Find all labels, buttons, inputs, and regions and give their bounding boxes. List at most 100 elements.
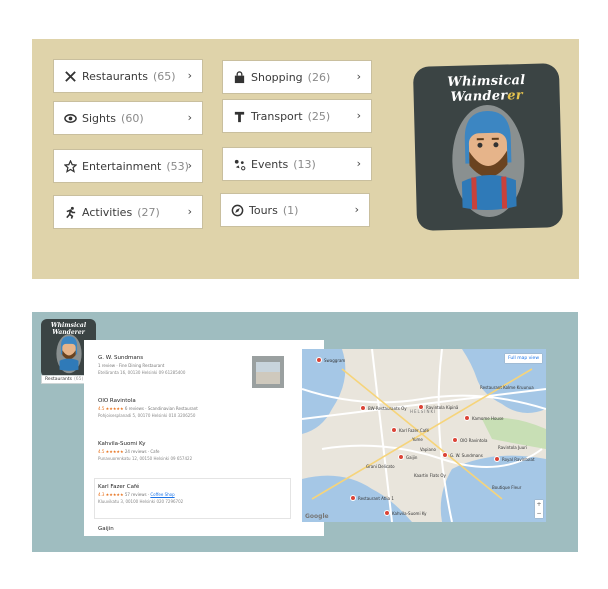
map-place-label[interactable]: Vapiano [420, 447, 436, 452]
chevron-right-icon: › [187, 69, 192, 82]
result-item[interactable]: Kahvila-Suomi Ky 4.5 ★★★★★ 24 reviews · … [98, 441, 298, 461]
category-shopping-button[interactable]: Shopping (26) › [222, 60, 372, 94]
map-pin-icon[interactable] [442, 452, 448, 458]
hiker-avatar-icon [452, 105, 525, 217]
zoom-in-button[interactable]: + [535, 500, 543, 509]
star-icon [64, 159, 77, 173]
map-place-label[interactable]: Swaggram [324, 358, 345, 363]
category-label: Tours [249, 203, 278, 217]
category-label: Transport [251, 109, 303, 123]
category-tours-button[interactable]: Tours (1) › [220, 193, 370, 227]
category-count: (1) [282, 203, 299, 217]
category-panel: Restaurants (65) › Sights (60) › Enterta… [32, 39, 579, 279]
category-count: (26) [307, 70, 331, 84]
map-place-label[interactable]: OlO Ravintola [460, 438, 487, 443]
map-pin-icon[interactable] [384, 510, 390, 516]
map-place-label[interactable]: Gaijin [406, 455, 417, 460]
map-place-label[interactable]: Kaartin Flats Oy [414, 473, 446, 478]
mini-hiker-avatar-icon [56, 334, 82, 374]
result-meta: 4.5 ★★★★★ 6 reviews · Scandinavian Resta… [98, 406, 198, 411]
chevron-right-icon: › [187, 111, 192, 124]
map-place-label[interactable]: Karl Fazer Café [399, 428, 429, 433]
confetti-icon [233, 158, 246, 171]
zoom-out-button[interactable]: − [535, 509, 543, 518]
category-sights-button[interactable]: Sights (60) › [53, 101, 203, 135]
map-place-label[interactable]: BW-Restaurants Oy [368, 406, 407, 411]
category-count: (25) [307, 109, 331, 123]
compass-icon [231, 204, 244, 217]
map-pin-icon[interactable] [464, 415, 470, 421]
map-place-label[interactable]: Kahvila-Suomi Ky [392, 511, 427, 516]
map-place-label[interactable]: Royal Ravintolat [502, 457, 535, 462]
chevron-right-icon: › [356, 70, 361, 83]
map-city-label: HELSINKI [410, 409, 437, 414]
result-name: Kahvila-Suomi Ky [98, 441, 146, 447]
eye-icon [64, 112, 77, 125]
screenshot-canvas: Restaurants (65) › Sights (60) › Enterta… [0, 0, 608, 589]
category-activities-button[interactable]: Activities (27) › [53, 195, 203, 229]
map-pin-icon[interactable] [360, 405, 366, 411]
category-transport-button[interactable]: Transport (25) › [222, 99, 372, 133]
category-count: (13) [293, 157, 316, 171]
map-pin-icon[interactable] [316, 357, 322, 363]
map-pin-icon[interactable] [452, 437, 458, 443]
chevron-right-icon: › [187, 205, 192, 218]
map-view[interactable]: Swaggram Restaurant Kolme Kruunua BW-Res… [302, 349, 546, 522]
category-events-button[interactable]: Events (13) › [222, 147, 372, 181]
category-label: Sights [82, 111, 117, 125]
results-list: G. W. Sundmans 1 review · Fine Dining Re… [84, 340, 324, 536]
result-name: Gaijin [98, 526, 114, 532]
category-entertainment-button[interactable]: Entertainment (53) › [53, 149, 203, 183]
category-count: (27) [137, 205, 160, 219]
full-map-view-button[interactable]: Full map view [505, 354, 542, 363]
result-address: Kluuvikatu 3, 00100 Helsinki 020 7296702 [98, 499, 184, 504]
chevron-right-icon: › [354, 203, 359, 216]
map-place-label[interactable]: Ravintola Juuri [498, 445, 527, 450]
map-pin-icon[interactable] [494, 456, 500, 462]
result-name: Karl Fazer Café [98, 484, 140, 490]
category-count: (53) [166, 159, 189, 173]
mini-dropdown-label: Restaurants [45, 377, 72, 382]
shopping-bag-icon [233, 70, 246, 84]
map-pin-icon[interactable] [350, 495, 356, 501]
category-label: Events [251, 157, 289, 171]
result-item[interactable]: OlO Ravintola 4.5 ★★★★★ 6 reviews · Scan… [98, 398, 298, 418]
map-place-label[interactable]: Grani Delicato [366, 464, 395, 469]
result-name: OlO Ravintola [98, 398, 136, 404]
map-place-label[interactable]: G. W. Sundmans [450, 453, 483, 458]
map-pin-icon[interactable] [398, 454, 404, 460]
map-place-label[interactable]: Boutique Fleur [492, 485, 521, 490]
result-meta: 4.3 ★★★★★ 57 reviews · Coffee Shop [98, 492, 175, 497]
chevron-right-icon: › [187, 159, 192, 172]
chevron-right-icon: › [356, 157, 361, 170]
category-count: (60) [121, 111, 144, 125]
category-count: (65) [152, 69, 176, 83]
result-item[interactable]: Gaijin [98, 526, 298, 532]
category-restaurants-button[interactable]: Restaurants (65) › [53, 59, 203, 93]
category-label: Shopping [251, 70, 303, 84]
category-label: Restaurants [82, 69, 148, 83]
category-label: Entertainment [82, 159, 162, 173]
result-address: Punavuorenkatu 12, 00150 Helsinki 09 657… [98, 456, 193, 461]
cutlery-icon [64, 70, 77, 83]
map-canvas [302, 349, 546, 522]
map-place-label[interactable]: Yume [412, 437, 423, 442]
map-place-label[interactable]: Kamome House [472, 416, 504, 421]
runner-icon [64, 206, 77, 219]
category-link[interactable]: Coffee Shop [150, 492, 174, 497]
result-address: Pohjoisesplanadi 5, 00170 Helsinki 010 3… [98, 413, 196, 418]
map-place-label[interactable]: Restaurant Atlia 1 [358, 496, 394, 501]
result-meta: 4.5 ★★★★★ 24 reviews · Cafe [98, 449, 160, 454]
category-label: Activities [82, 205, 133, 219]
chevron-right-icon: › [356, 109, 361, 122]
map-pin-icon[interactable] [418, 404, 424, 410]
app-preview-panel: Whimsical Wanderer Restaurants (65) ⌄ G.… [32, 312, 578, 552]
google-logo: Google [305, 513, 329, 520]
logo-card: Whimsical Wanderer [412, 63, 564, 231]
result-item[interactable]: Karl Fazer Café 4.3 ★★★★★ 57 reviews · C… [98, 484, 298, 504]
mini-dropdown-count: (65) [73, 377, 84, 382]
map-place-label[interactable]: Restaurant Kolme Kruunua [480, 385, 534, 390]
transport-t-icon [233, 110, 246, 123]
result-thumbnail[interactable] [252, 356, 284, 388]
map-pin-icon[interactable] [391, 427, 397, 433]
